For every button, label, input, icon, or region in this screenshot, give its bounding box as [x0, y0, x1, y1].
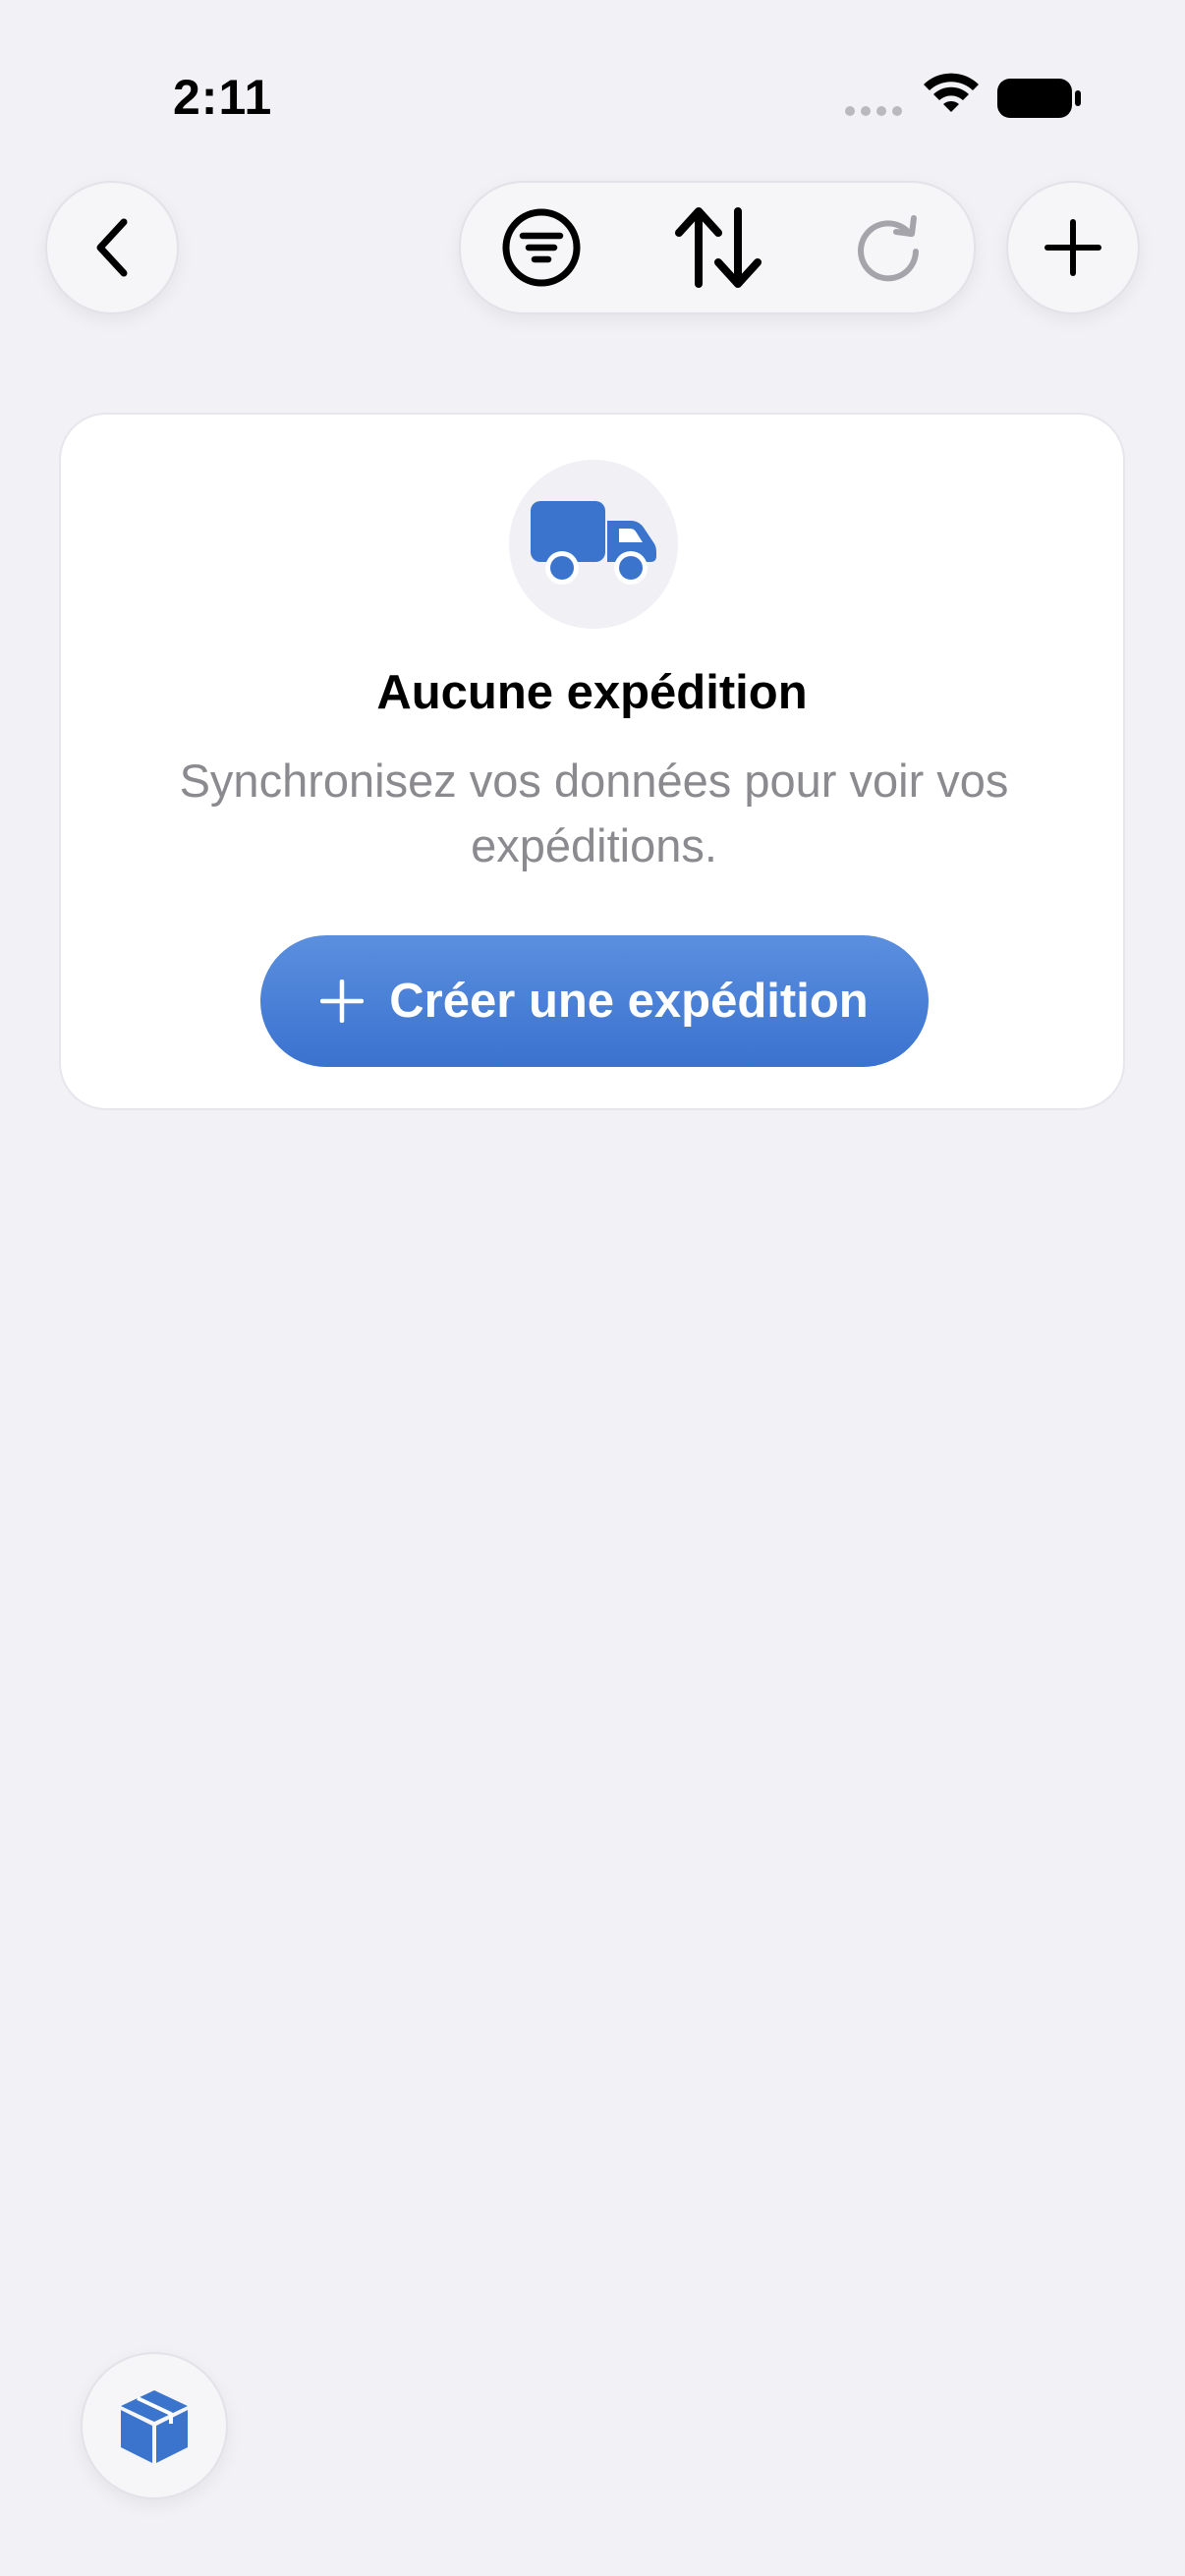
- cellular-signal-icon: [845, 106, 902, 116]
- plus-icon: [1044, 219, 1101, 276]
- create-shipment-label: Créer une expédition: [389, 975, 869, 1028]
- status-indicators: [845, 69, 1086, 128]
- empty-state-title: Aucune expédition: [376, 666, 808, 719]
- truck-icon: [531, 501, 656, 585]
- refresh-button[interactable]: [829, 183, 947, 312]
- packages-button[interactable]: [81, 2352, 228, 2499]
- refresh-icon: [858, 215, 919, 282]
- sort-arrows-icon: [675, 207, 762, 288]
- battery-icon: [997, 79, 1081, 118]
- empty-state-message: Synchronisez vos données pour voir vos e…: [179, 755, 1009, 871]
- add-button[interactable]: [1006, 181, 1140, 314]
- wifi-icon: [924, 73, 979, 112]
- status-time: 2:11: [173, 70, 273, 125]
- empty-state-illustration: [509, 460, 678, 629]
- create-shipment-button[interactable]: Créer une expédition: [260, 935, 929, 1067]
- chevron-left-icon: [96, 218, 128, 277]
- empty-state-card: Aucune expédition Synchronisez vos donné…: [59, 413, 1125, 1110]
- status-bar: 2:11: [0, 0, 1185, 187]
- plus-icon: [320, 980, 365, 1023]
- toolbar-pill: [459, 181, 976, 314]
- cube-icon: [121, 2390, 188, 2463]
- sort-button[interactable]: [659, 183, 777, 312]
- back-button[interactable]: [45, 181, 179, 314]
- filter-circle-icon: [502, 208, 581, 287]
- filter-button[interactable]: [482, 183, 600, 312]
